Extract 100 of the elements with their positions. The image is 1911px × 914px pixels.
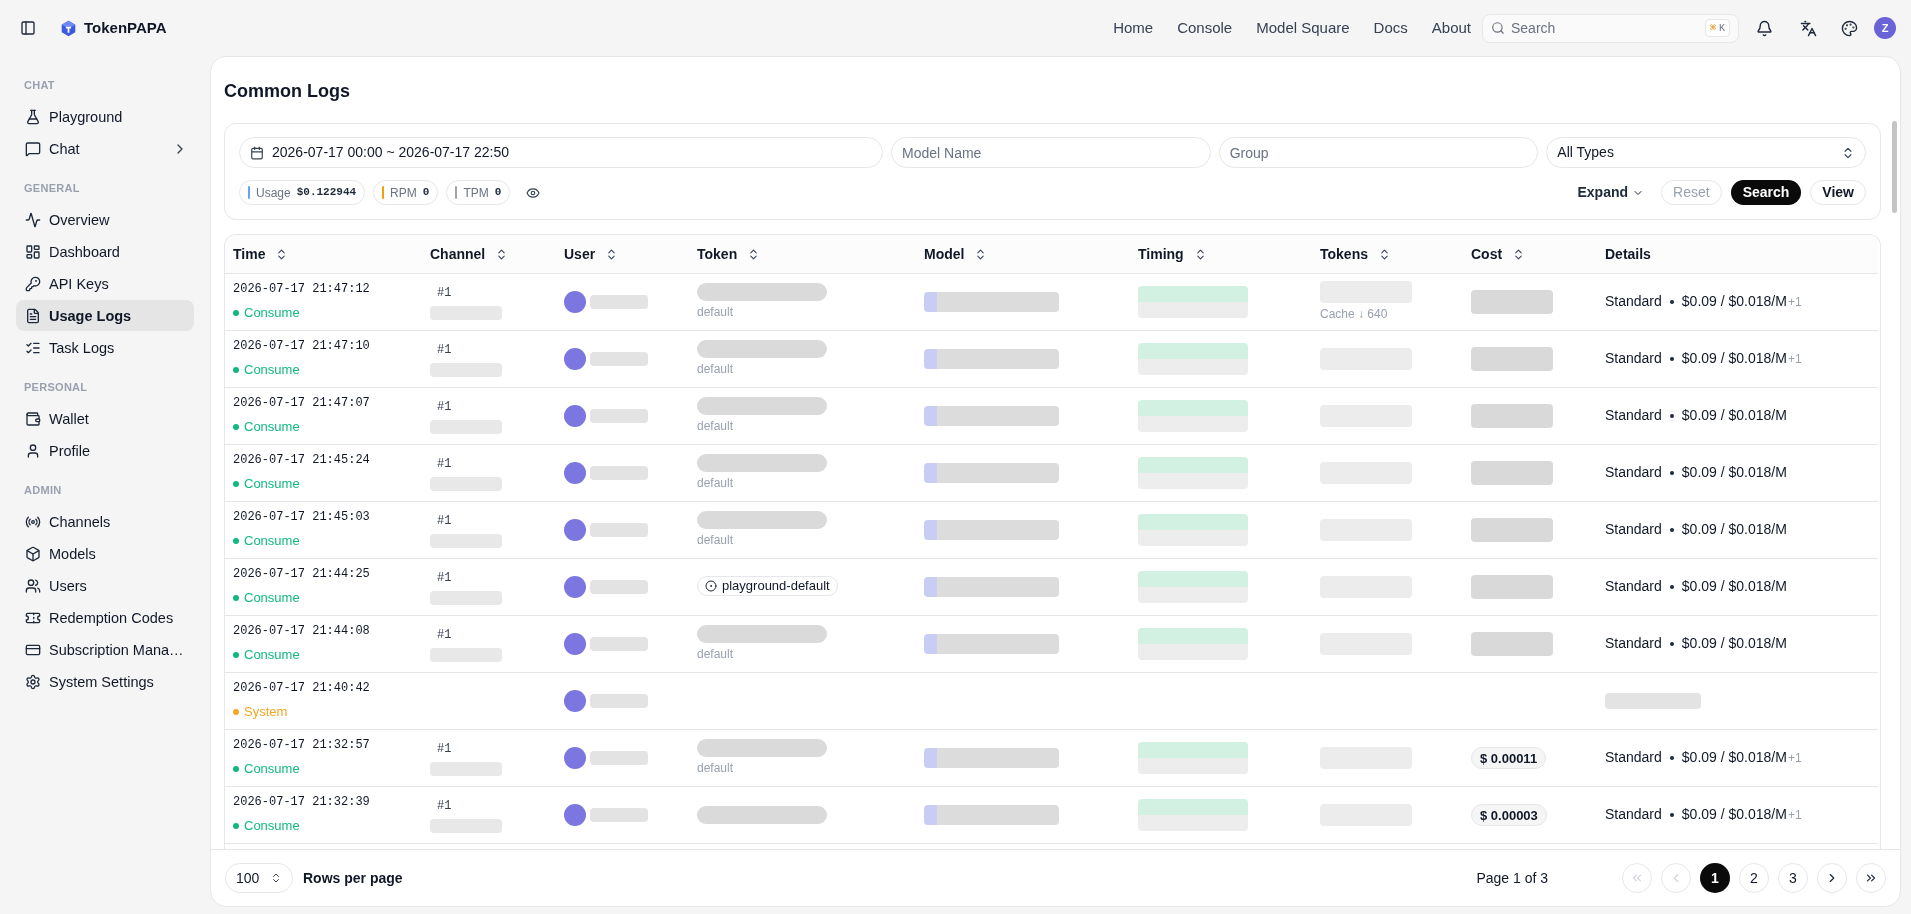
stat-value: 0	[422, 185, 430, 201]
sidebar-item[interactable]: Playground	[16, 101, 194, 132]
sidebar-item[interactable]: Users	[16, 570, 194, 601]
group-field[interactable]: Group	[1218, 137, 1539, 168]
user-icon	[25, 442, 41, 459]
token-group: default	[697, 644, 908, 663]
section-title: ADMIN	[23, 483, 63, 498]
sidebar-item[interactable]: Wallet	[16, 403, 194, 434]
sortable-column-header[interactable]: Time	[233, 243, 289, 265]
nav-link[interactable]: Home	[1113, 16, 1154, 40]
sortable-column-header[interactable]: User	[564, 243, 619, 265]
page-number-button[interactable]: 3	[1778, 863, 1808, 893]
price-rate: $0.09 / $0.018/M	[1681, 748, 1787, 767]
pulse-line-icon	[25, 211, 41, 228]
cost-tag: $ 0.00003	[1471, 804, 1547, 827]
sortable-column-header[interactable]: Model	[924, 243, 988, 265]
primary-button[interactable]: Search	[1730, 180, 1802, 205]
log-type-label: Consume	[244, 475, 300, 494]
log-type-label: Consume	[244, 361, 300, 380]
sidebar-item[interactable]: Overview	[16, 204, 194, 235]
pixelated-block	[590, 465, 648, 480]
timestamp: 2026-07-17 21:32:57	[233, 737, 371, 755]
channel-id: #1	[436, 740, 453, 758]
avatar-icon	[564, 575, 586, 598]
brand-name: TokenPAPA	[84, 17, 167, 38]
price-rate: $0.09 / $0.018/M	[1681, 349, 1787, 368]
palette-icon[interactable]	[1841, 19, 1858, 37]
sidebar-toggle-icon[interactable]	[20, 20, 36, 36]
avatar-icon	[564, 290, 586, 313]
sortable-column-header[interactable]: Timing	[1138, 243, 1207, 265]
sidebar-item[interactable]: Chat	[16, 133, 194, 164]
expand-button[interactable]: Expand	[1569, 180, 1653, 205]
sidebar-item[interactable]: Profile	[16, 435, 194, 466]
calendar-icon	[250, 145, 264, 160]
log-type-label: Consume	[244, 532, 300, 551]
price-rate: $0.09 / $0.018/M	[1681, 292, 1787, 311]
plan-name: Standard	[1605, 406, 1662, 425]
flask-icon	[25, 108, 41, 125]
plan-name: Standard	[1605, 349, 1662, 368]
price-rate: $0.09 / $0.018/M	[1681, 406, 1787, 425]
page-indicator: Page 1 of 3	[1476, 868, 1548, 888]
pixelated-block	[590, 522, 648, 537]
key-icon	[25, 275, 41, 292]
notification-bell-icon[interactable]	[1756, 19, 1773, 37]
sidebar-item[interactable]: System Settings	[16, 666, 194, 697]
timestamp: 2026-07-17 21:45:03	[233, 509, 371, 527]
sidebar-item[interactable]: API Keys	[16, 268, 194, 299]
sortable-column-header[interactable]: Cost	[1471, 243, 1526, 265]
scrollbar-thumb[interactable]	[1892, 121, 1897, 213]
log-type-label: System	[244, 703, 288, 722]
sidebar-item[interactable]: Redemption Codes	[16, 602, 194, 633]
eye-icon[interactable]	[526, 185, 541, 200]
pixelated-block	[590, 294, 648, 309]
sidebar-item[interactable]: Channels	[16, 506, 194, 537]
sidebar-item[interactable]: Usage Logs	[16, 300, 194, 331]
plan-name: Standard	[1605, 634, 1662, 653]
double-chevron-right-icon	[1864, 871, 1878, 885]
timestamp: 2026-07-17 21:40:42	[233, 680, 371, 698]
log-type-label: Consume	[244, 646, 300, 665]
stat-value: $0.122944	[296, 185, 357, 201]
sortable-column-header[interactable]: Token	[697, 243, 761, 265]
timestamp: 2026-07-17 21:32:39	[233, 794, 371, 812]
model-name-field[interactable]: Model Name	[891, 137, 1211, 168]
page-number-button[interactable]: 1	[1700, 863, 1730, 893]
sidebar-item[interactable]: Models	[16, 538, 194, 569]
stat-label: RPM	[390, 184, 417, 202]
nav-link[interactable]: Model Square	[1256, 16, 1350, 40]
user-avatar[interactable]: Z	[1874, 17, 1896, 39]
avatar-icon	[564, 404, 586, 427]
sortable-column-header[interactable]: Channel	[430, 243, 509, 265]
avatar-icon	[564, 689, 586, 712]
sortable-column-header[interactable]: Tokens	[1320, 243, 1391, 265]
plan-name: Standard	[1605, 748, 1662, 767]
log-type-label: Consume	[244, 418, 300, 437]
outline-button[interactable]: View	[1810, 180, 1866, 205]
stat-value: 0	[494, 185, 502, 201]
circle-dot-icon	[705, 579, 717, 592]
double-chevron-left-icon	[1630, 871, 1644, 885]
nav-link[interactable]: About	[1431, 16, 1471, 40]
nav-link[interactable]: Docs	[1373, 16, 1408, 40]
translate-icon[interactable]	[1800, 19, 1817, 37]
sidebar-item[interactable]: Task Logs	[16, 332, 194, 363]
nav-link[interactable]: Console	[1177, 16, 1233, 40]
last-page-button[interactable]	[1856, 863, 1886, 893]
sort-icon	[1378, 247, 1391, 261]
sidebar-item[interactable]: Subscription Mana…	[16, 634, 194, 665]
section-title: CHAT	[23, 78, 56, 93]
pixelated-block	[590, 750, 648, 765]
token-group: default	[697, 530, 908, 549]
search-icon	[1491, 21, 1505, 35]
token-group: default	[697, 416, 908, 435]
avatar-icon	[564, 518, 586, 541]
sidebar-item[interactable]: Dashboard	[16, 236, 194, 267]
search-field[interactable]: Search ⌘ K	[1482, 13, 1739, 43]
cache-tokens-note: Cache ↓ 640	[1320, 305, 1389, 323]
pixelated-block	[590, 351, 648, 366]
log-type-label: Consume	[244, 304, 300, 323]
log-type-label: Consume	[244, 589, 300, 608]
page-number-button[interactable]: 2	[1739, 863, 1769, 893]
rows-per-page-label: Rows per page	[303, 868, 403, 888]
